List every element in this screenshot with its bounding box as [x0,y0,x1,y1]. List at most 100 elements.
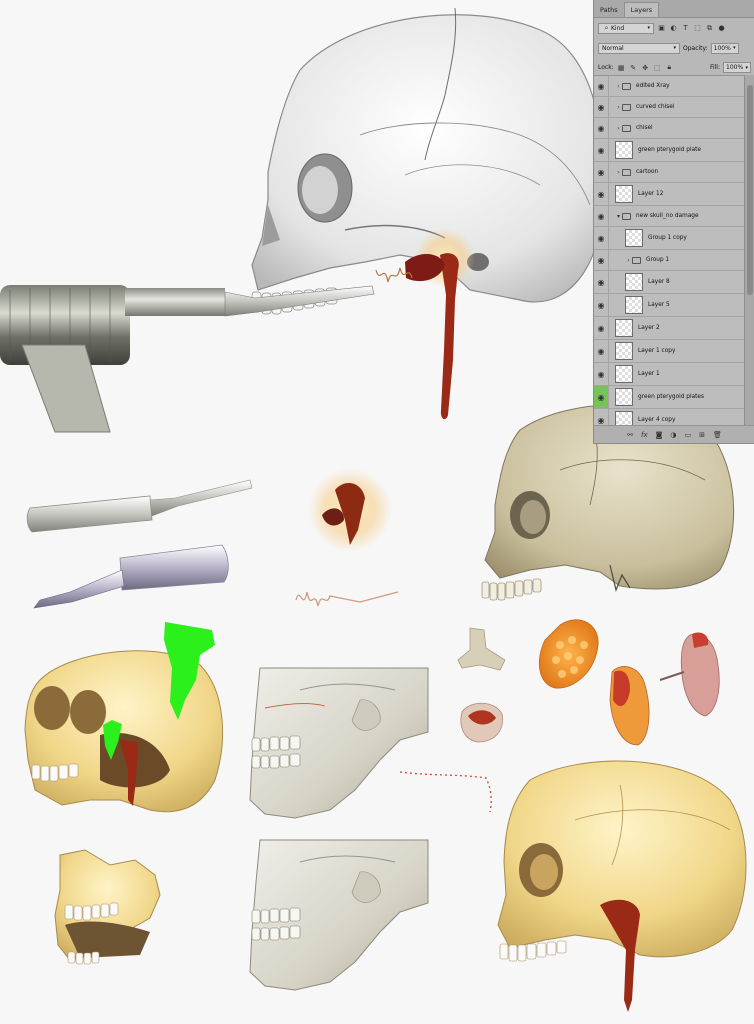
lock-all-icon[interactable]: 🔒︎ [665,63,674,72]
layer-row[interactable]: ◉ Group 1 copy [594,227,744,250]
fill-field[interactable]: 100% ▾ [723,62,751,73]
layer-list-scrollbar[interactable] [744,75,754,425]
visibility-toggle[interactable]: ◉ [594,317,609,339]
layer-row[interactable]: ◉ ▾ new skull_no damage [594,206,744,227]
tab-paths[interactable]: Paths [594,3,624,17]
eye-icon: ◉ [597,123,605,133]
blend-mode-value: Normal [602,44,624,52]
eye-icon: ◉ [597,167,605,177]
type-filter-icon[interactable]: T [681,24,690,33]
link-icon[interactable]: ⚯ [627,431,633,439]
layer-name: Layer 1 [638,371,660,377]
jaw-closeup-top-asset [249,667,429,819]
visibility-toggle[interactable]: ◉ [594,386,609,408]
layer-name: cartoon [636,169,659,175]
vibration-scribble-asset [295,591,399,607]
chevron-right-icon[interactable]: › [615,104,622,111]
layer-row[interactable]: ◉ › cartoon [594,162,744,183]
visibility-toggle[interactable]: ◉ [594,206,609,226]
chevron-right-icon[interactable]: › [615,169,622,176]
layer-row[interactable]: ◉ green pterygoid plates [594,386,744,409]
visibility-toggle[interactable]: ◉ [594,76,609,96]
layer-name: Layer 8 [648,279,670,285]
layer-row[interactable]: ◉ Layer 5 [594,294,744,317]
chevron-right-icon[interactable]: › [615,125,622,132]
visibility-toggle[interactable]: ◉ [594,294,609,316]
dotted-path-asset [399,771,492,813]
layer-name: Layer 4 copy [638,417,676,423]
folder-icon [632,256,641,264]
scrollbar-thumb[interactable] [747,85,753,295]
lock-position-icon[interactable]: ✥ [641,63,650,72]
bone-fragment-asset [457,627,506,671]
eye-icon: ◉ [597,415,605,425]
eye-icon: ◉ [597,189,605,199]
layer-thumbnail [625,229,643,247]
mask-icon[interactable]: ◙ [656,431,663,439]
pixel-filter-icon[interactable]: ▣ [657,24,666,33]
opacity-field[interactable]: 100% ▾ [710,42,739,54]
visibility-toggle[interactable]: ◉ [594,162,609,182]
layer-list[interactable]: ◉ › edited Xray ◉ › curved chisel ◉ › chisel ◉ gre… [594,75,744,432]
shape-filter-icon[interactable]: ⬚ [693,24,702,33]
layers-panel[interactable]: Paths Layers ⌕ Kind ▾ ▣ ◐ T ⬚ ⧉ ● Normal… [593,0,754,444]
layer-name: edited Xray [636,83,670,89]
pink-gland-asset [659,632,720,717]
trash-icon[interactable]: 🗑︎ [713,431,722,439]
new-layer-icon[interactable]: ⊞ [699,431,705,439]
layer-row[interactable]: ◉ › Group 1 [594,250,744,271]
layer-row[interactable]: ◉ Layer 1 [594,363,744,386]
layer-thumbnail [615,342,633,360]
kind-filter-label: Kind [611,24,625,32]
layer-name: curved chisel [636,104,675,110]
visibility-toggle[interactable]: ◉ [594,271,609,293]
layer-name: Layer 2 [638,325,660,331]
layer-row[interactable]: ◉ green pterygoid plate [594,139,744,162]
eye-icon: ◉ [597,233,605,243]
visibility-toggle[interactable]: ◉ [594,340,609,362]
fx-icon[interactable]: fx [641,431,648,439]
chevron-right-icon[interactable]: › [625,257,632,264]
visibility-toggle[interactable]: ◉ [594,118,609,138]
layer-row[interactable]: ◉ Layer 12 [594,183,744,206]
layer-row[interactable]: ◉ › chisel [594,118,744,139]
visibility-toggle[interactable]: ◉ [594,183,609,205]
curved-chisel-asset [33,544,229,609]
fill-value: 100% [726,64,744,71]
chevron-down-icon[interactable]: ▾ [615,213,622,220]
eye-icon: ◉ [597,346,605,356]
kind-filter-dropdown[interactable]: ⌕ Kind ▾ [598,22,654,34]
yellow-skull-green-plate-asset [24,622,223,813]
layer-row[interactable]: ◉ › edited Xray [594,76,744,97]
tab-layers[interactable]: Layers [623,2,660,17]
filter-row: ⌕ Kind ▾ ▣ ◐ T ⬚ ⧉ ● [594,18,754,38]
lock-artboard-icon[interactable]: ⬚ [653,63,662,72]
visibility-toggle[interactable]: ◉ [594,227,609,249]
lock-brush-icon[interactable]: ✎ [629,63,638,72]
chevron-right-icon[interactable]: › [615,83,622,90]
smart-object-filter-icon[interactable]: ⧉ [705,24,714,33]
visibility-toggle[interactable]: ◉ [594,250,609,270]
fill-label: Fill: [709,64,720,71]
layer-name: Layer 5 [648,302,670,308]
filter-toggle-icon[interactable]: ● [717,24,726,33]
visibility-toggle[interactable]: ◉ [594,139,609,161]
adjustment-filter-icon[interactable]: ◐ [669,24,678,33]
panel-tabs: Paths Layers [594,0,754,18]
visibility-toggle[interactable]: ◉ [594,363,609,385]
lock-transparent-icon[interactable]: ▦ [617,63,626,72]
eye-icon: ◉ [597,323,605,333]
blend-mode-dropdown[interactable]: Normal ▾ [598,42,680,54]
layer-row[interactable]: ◉ › curved chisel [594,97,744,118]
adjustment-icon[interactable]: ◑ [670,431,676,439]
eye-icon: ◉ [597,145,605,155]
layer-row[interactable]: ◉ Layer 1 copy [594,340,744,363]
layer-row[interactable]: ◉ Layer 2 [594,317,744,340]
opacity-label: Opacity: [683,44,708,52]
layer-row[interactable]: ◉ Layer 8 [594,271,744,294]
folder-icon [622,103,631,111]
folder-icon[interactable]: ▭ [685,431,692,439]
visibility-toggle[interactable]: ◉ [594,97,609,117]
orange-tissue-asset [538,619,599,689]
chevron-down-icon: ▾ [647,25,650,31]
